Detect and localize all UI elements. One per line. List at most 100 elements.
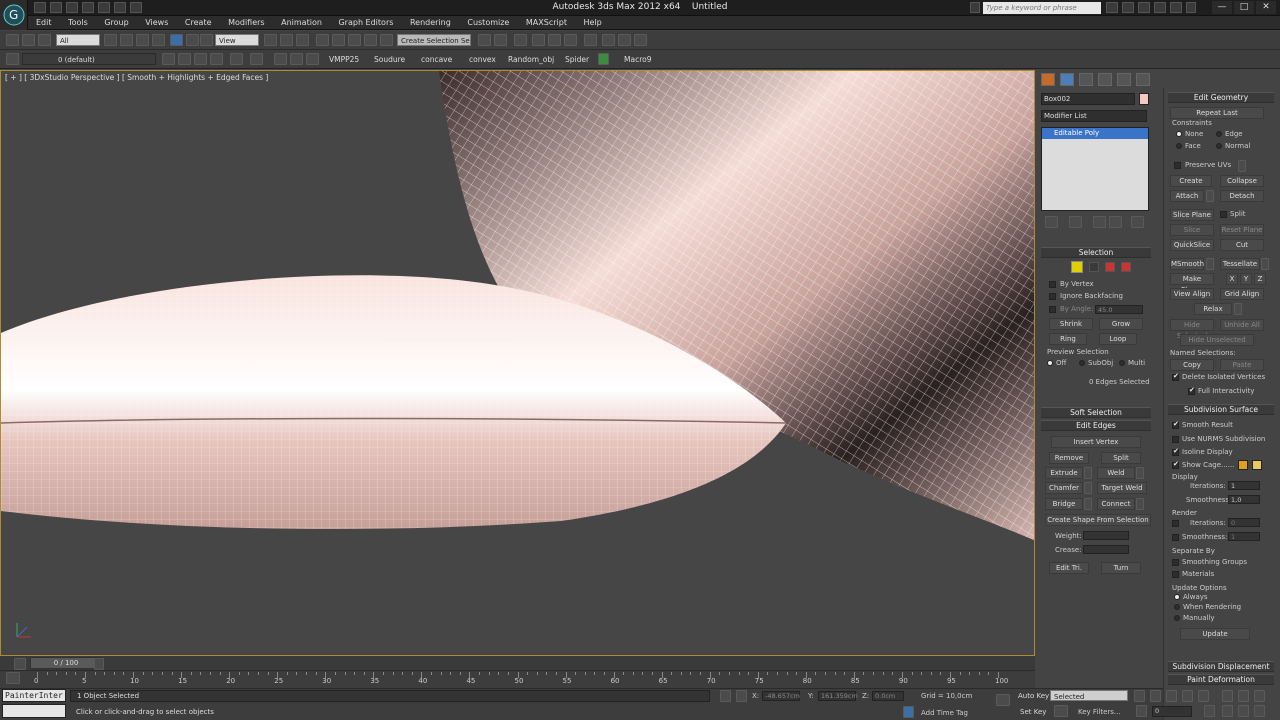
y-coord-input[interactable]: 161.359cm (818, 691, 858, 701)
close-button[interactable]: ✕ (1256, 1, 1276, 14)
add-time-tag-button[interactable]: Add Time Tag (921, 709, 968, 717)
cut-button[interactable]: Cut (1220, 239, 1264, 251)
communication-icon[interactable] (1138, 2, 1150, 13)
menu-group[interactable]: Group (96, 16, 134, 27)
extrude-button[interactable]: Extrude (1045, 467, 1083, 479)
bridge-settings-icon[interactable] (1084, 498, 1092, 510)
menu-animation[interactable]: Animation (273, 16, 328, 27)
planar-y-button[interactable]: Y (1240, 273, 1252, 285)
unlink-icon[interactable] (22, 34, 35, 46)
script-vmpp25-button[interactable]: VMPP25 (329, 55, 359, 64)
soft-selection-rollout-header[interactable]: Soft Selection (1041, 407, 1151, 418)
make-planar-button[interactable]: Make Planar (1170, 273, 1214, 294)
update-manually-radio[interactable] (1174, 615, 1180, 621)
loop-button[interactable]: Loop (1099, 333, 1137, 345)
percent-snap-icon[interactable] (348, 34, 361, 46)
menu-modifiers[interactable]: Modifiers (220, 16, 271, 27)
modifier-list-dropdown[interactable]: Modifier List (1041, 110, 1147, 122)
maximize-viewport-icon[interactable] (1254, 705, 1265, 717)
absolute-mode-icon[interactable] (736, 690, 747, 702)
menu-maxscript[interactable]: MAXScript (518, 16, 573, 27)
search-icon[interactable] (970, 2, 980, 13)
set-key-icon[interactable] (1054, 705, 1068, 717)
time-tag-icon[interactable] (903, 706, 914, 718)
x-coord-input[interactable]: -48.657cm (762, 691, 800, 701)
ring-button[interactable]: Ring (1049, 333, 1087, 345)
time-slider-right-arrow-icon[interactable] (94, 658, 104, 670)
constraint-face-radio[interactable] (1176, 143, 1182, 149)
menu-rendering[interactable]: Rendering (402, 16, 457, 27)
key-mode-dropdown[interactable]: Selected (1050, 690, 1128, 701)
delete-isolated-checkbox[interactable] (1172, 372, 1179, 381)
menu-customize[interactable]: Customize (459, 16, 515, 27)
split-checkbox[interactable] (1220, 211, 1227, 218)
modifier-stack[interactable]: Editable Poly (1041, 127, 1149, 211)
remove-button[interactable]: Remove (1049, 452, 1089, 464)
update-always-radio[interactable] (1174, 594, 1180, 600)
bind-space-warp-icon[interactable] (38, 34, 51, 46)
render-production-icon[interactable] (634, 34, 647, 46)
by-angle-spinner[interactable]: 45.0 (1095, 305, 1143, 314)
select-move-icon[interactable] (170, 34, 183, 46)
repeat-last-button[interactable]: Repeat Last (1170, 107, 1264, 119)
weld-settings-icon[interactable] (1136, 467, 1144, 479)
object-name-input[interactable]: Box002 (1041, 93, 1135, 105)
preview-off-radio[interactable] (1047, 360, 1053, 366)
by-angle-checkbox[interactable] (1049, 306, 1056, 313)
turn-button[interactable]: Turn (1101, 562, 1141, 574)
collapse-button[interactable]: Collapse (1220, 175, 1264, 187)
connect-button[interactable]: Connect (1097, 498, 1135, 510)
zoom-icon[interactable] (1222, 690, 1233, 702)
weight-spinner[interactable] (1083, 531, 1129, 540)
selection-filter-dropdown[interactable]: All (56, 34, 100, 46)
sun-light-icon[interactable] (274, 53, 287, 65)
subscription-icon[interactable] (1122, 2, 1134, 13)
configure-modifier-sets-icon[interactable] (1131, 216, 1144, 228)
hierarchy-tab-icon[interactable] (1079, 73, 1093, 86)
view-align-button[interactable]: View Align (1170, 288, 1214, 300)
script-random-obj-button[interactable]: Random_obj (508, 55, 554, 64)
insert-vertex-button[interactable]: Insert Vertex (1051, 436, 1141, 448)
graphite-ribbon-icon[interactable] (532, 34, 545, 46)
connect-settings-icon[interactable] (1136, 498, 1144, 510)
cage-color-swatch[interactable] (1238, 460, 1248, 470)
key-filters-button[interactable]: Key Filters... (1078, 708, 1121, 716)
open-mini-curve-editor-icon[interactable] (6, 672, 20, 684)
msmooth-button[interactable]: MSmooth (1170, 258, 1204, 270)
border-subobject-icon[interactable] (1089, 262, 1099, 272)
target-weld-button[interactable]: Target Weld (1097, 482, 1147, 494)
current-frame-input[interactable]: 0 (1152, 706, 1192, 717)
search-go-icon[interactable] (1106, 2, 1118, 13)
materials-checkbox[interactable] (1172, 571, 1179, 578)
tessellate-settings-icon[interactable] (1261, 258, 1269, 270)
script-soudure-button[interactable]: Soudure (374, 55, 405, 64)
render-smoothness-spinner[interactable]: 1 (1228, 532, 1260, 541)
constraint-none-radio[interactable] (1176, 131, 1182, 137)
chamfer-button[interactable]: Chamfer (1045, 482, 1083, 494)
menu-help[interactable]: Help (576, 16, 608, 27)
menu-create[interactable]: Create (177, 16, 218, 27)
slice-plane-button[interactable]: Slice Plane (1170, 209, 1214, 221)
help-dropdown-icon[interactable] (1186, 2, 1196, 13)
field-of-view-icon[interactable] (1222, 705, 1233, 717)
by-vertex-checkbox[interactable] (1049, 281, 1056, 288)
crease-spinner[interactable] (1083, 545, 1129, 554)
rendered-frame-window-icon[interactable] (618, 34, 631, 46)
edit-geometry-rollout-header[interactable]: Edit Geometry (1168, 92, 1274, 103)
select-object-icon[interactable] (104, 34, 117, 46)
modify-tab-icon[interactable] (1060, 73, 1074, 86)
layer-manager-icon[interactable] (514, 34, 527, 46)
constraint-edge-radio[interactable] (1216, 131, 1222, 137)
edit-edges-rollout-header[interactable]: Edit Edges (1041, 420, 1151, 431)
update-when-rendering-radio[interactable] (1174, 604, 1180, 610)
key-mode-toggle-icon[interactable] (1136, 705, 1147, 717)
motion-tab-icon[interactable] (1098, 73, 1112, 86)
show-cage-checkbox[interactable] (1172, 460, 1179, 469)
current-layer-dropdown[interactable]: 0 (default) (22, 53, 156, 65)
edit-tri-button[interactable]: Edit Tri. (1049, 562, 1089, 574)
add-to-layer-icon[interactable] (178, 53, 191, 65)
select-rotate-icon[interactable] (186, 34, 199, 46)
menu-edit[interactable]: Edit (28, 16, 58, 27)
subdivision-surface-rollout-header[interactable]: Subdivision Surface (1168, 404, 1274, 415)
menu-graph-editors[interactable]: Graph Editors (330, 16, 399, 27)
